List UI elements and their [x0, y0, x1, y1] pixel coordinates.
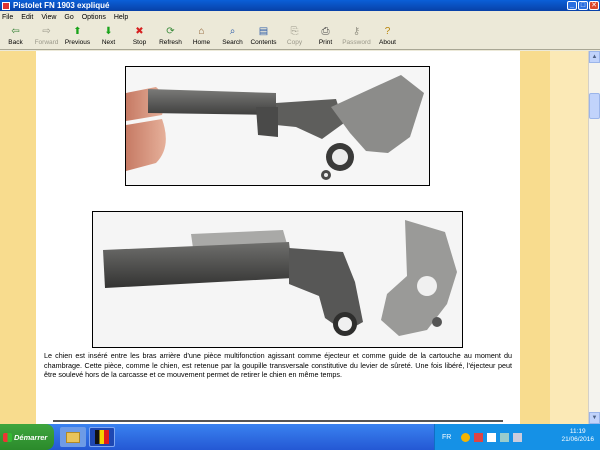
about-icon: ? [384, 26, 391, 37]
home-icon: ⌂ [198, 26, 205, 37]
menu-file[interactable]: File [2, 14, 13, 21]
start-button[interactable]: Démarrer [0, 424, 54, 450]
forward-button[interactable]: ⇨ Forward [31, 24, 62, 50]
previous-button[interactable]: ⬆ Previous [62, 24, 93, 50]
left-margin-band [0, 51, 36, 424]
help-viewer-window: Pistolet FN 1903 expliqué _ □ ✕ File Edi… [0, 0, 600, 424]
folder-icon [66, 431, 80, 443]
document-pane: Le chien est inséré entre les bras arriè… [0, 51, 600, 424]
start-label: Démarrer [14, 432, 48, 442]
network-tray-icon[interactable] [500, 432, 510, 442]
scroll-up-button[interactable]: ▲ [589, 51, 600, 63]
copy-icon: ⎘ [290, 26, 299, 37]
taskbar-help-viewer-button[interactable] [89, 427, 115, 447]
stop-icon: ✖ [135, 26, 144, 37]
photo-hammer-ejector-separated [92, 211, 463, 348]
title-bar[interactable]: Pistolet FN 1903 expliqué _ □ ✕ [0, 0, 600, 11]
key-icon: ⚷ [352, 26, 361, 37]
print-icon: ⎙ [321, 26, 330, 37]
scroll-down-button[interactable]: ▼ [589, 412, 600, 424]
back-button[interactable]: ⇦ Back [0, 24, 31, 50]
search-icon: ⌕ [229, 26, 236, 37]
down-arrow-icon: ⬇ [104, 26, 113, 37]
contents-icon: ▤ [258, 26, 269, 37]
stop-button[interactable]: ✖ Stop [124, 24, 155, 50]
menu-help[interactable]: Help [114, 14, 128, 21]
close-button[interactable]: ✕ [589, 1, 599, 10]
section-divider [53, 420, 503, 422]
taskbar-explorer-button[interactable] [60, 427, 86, 447]
menu-bar: File Edit View Go Options Help [0, 11, 600, 24]
language-indicator[interactable]: FR [442, 434, 451, 441]
menu-edit[interactable]: Edit [21, 14, 33, 21]
clock-date: 21/06/2016 [561, 436, 594, 443]
volume-tray-icon[interactable] [513, 432, 523, 442]
print-button[interactable]: ⎙ Print [310, 24, 341, 50]
right-margin-band [520, 51, 550, 424]
right-margin-band-light [550, 51, 588, 424]
windows-tray-icon[interactable] [487, 432, 497, 442]
password-button[interactable]: ⚷ Password [341, 24, 372, 50]
toolbar: ⇦ Back ⇨ Forward ⬆ Previous ⬇ Next ✖ Sto… [0, 24, 600, 50]
about-button[interactable]: ? About [372, 24, 403, 50]
home-button[interactable]: ⌂ Home [186, 24, 217, 50]
maximize-button[interactable]: □ [578, 1, 588, 10]
menu-options[interactable]: Options [82, 14, 106, 21]
vertical-scrollbar[interactable]: ▲ ▼ [588, 51, 600, 424]
clock-time: 11:19 [569, 428, 586, 435]
next-button[interactable]: ⬇ Next [93, 24, 124, 50]
menu-view[interactable]: View [41, 14, 56, 21]
photo-hammer-ejector-assembled [125, 66, 430, 186]
clock[interactable]: 11:19 21/06/2016 [561, 428, 594, 444]
minimize-button[interactable]: _ [567, 1, 577, 10]
menu-go[interactable]: Go [64, 14, 73, 21]
refresh-button[interactable]: ⟳ Refresh [155, 24, 186, 50]
help-tray-icon[interactable] [461, 432, 471, 442]
description-paragraph: Le chien est inséré entre les bras arriè… [44, 351, 512, 379]
forward-arrow-icon: ⇨ [42, 26, 51, 37]
back-arrow-icon: ⇦ [11, 26, 20, 37]
copy-button[interactable]: ⎘ Copy [279, 24, 310, 50]
app-icon [2, 1, 10, 10]
refresh-icon: ⟳ [166, 26, 175, 37]
belgian-flag-icon [95, 430, 109, 444]
system-tray: FR 11:19 21/06/2016 [434, 424, 600, 450]
search-button[interactable]: ⌕ Search [217, 24, 248, 50]
up-arrow-icon: ⬆ [73, 26, 82, 37]
windows-logo-icon [3, 432, 12, 442]
taskbar: Démarrer FR 11:19 21/06/2016 [0, 424, 600, 450]
shield-tray-icon[interactable] [474, 432, 484, 442]
scroll-thumb[interactable] [589, 93, 600, 119]
document-page: Le chien est inséré entre les bras arriè… [36, 51, 520, 424]
window-title: Pistolet FN 1903 expliqué [13, 1, 110, 10]
contents-button[interactable]: ▤ Contents [248, 24, 279, 50]
